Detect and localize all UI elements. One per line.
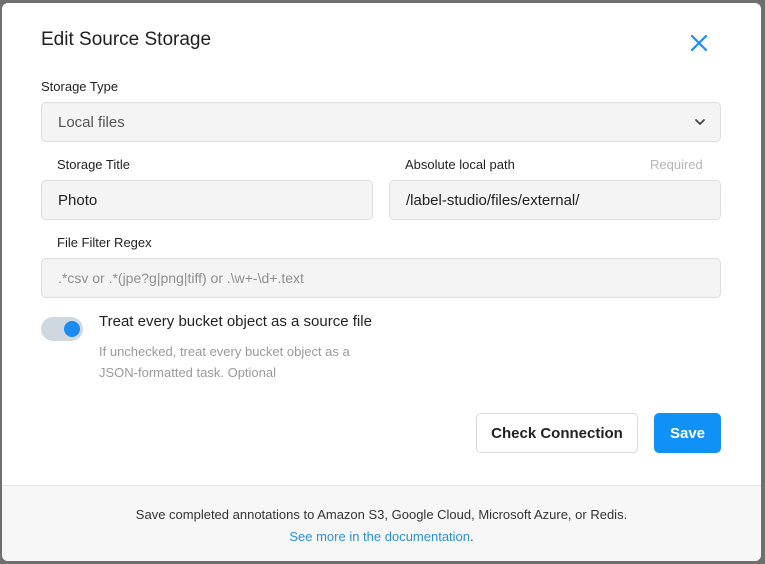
local-path-value: /label-studio/files/external/ — [406, 191, 580, 209]
footer-link-line: See more in the documentation. — [2, 529, 761, 544]
chevron-down-icon — [695, 119, 705, 125]
toggle-knob — [64, 321, 80, 337]
treat-as-source-help: If unchecked, treat every bucket object … — [99, 344, 350, 380]
check-connection-button[interactable]: Check Connection — [476, 413, 638, 453]
local-path-input[interactable]: /label-studio/files/external/ — [389, 180, 721, 220]
storage-type-select[interactable]: Local files — [41, 102, 721, 142]
treat-as-source-label: Treat every bucket object as a source fi… — [99, 313, 372, 330]
file-filter-label: File Filter Regex — [57, 235, 152, 250]
storage-title-label: Storage Title — [57, 157, 130, 172]
dialog-title: Edit Source Storage — [41, 29, 212, 50]
file-filter-input[interactable]: .*csv or .*(jpe?g|png|tiff) or .\w+-\d+.… — [41, 258, 721, 298]
footer-link-suffix: . — [470, 529, 474, 544]
close-icon — [690, 34, 708, 52]
treat-as-source-toggle[interactable] — [41, 317, 83, 341]
edit-source-storage-dialog: Edit Source Storage Storage Type Local f… — [2, 3, 761, 561]
file-filter-placeholder: .*csv or .*(jpe?g|png|tiff) or .\w+-\d+.… — [58, 270, 304, 286]
local-path-label: Absolute local path — [405, 157, 515, 172]
save-button[interactable]: Save — [654, 413, 721, 453]
storage-title-input[interactable]: Photo — [41, 180, 373, 220]
documentation-link[interactable]: See more in the documentation — [289, 529, 470, 544]
required-hint: Required — [650, 157, 703, 172]
storage-type-label: Storage Type — [41, 79, 119, 94]
storage-title-value: Photo — [58, 191, 98, 209]
close-button[interactable] — [686, 30, 712, 56]
dialog-footer: Save completed annotations to Amazon S3,… — [2, 485, 761, 561]
storage-type-value: Local files — [58, 113, 125, 131]
footer-text: Save completed annotations to Amazon S3,… — [135, 507, 628, 522]
